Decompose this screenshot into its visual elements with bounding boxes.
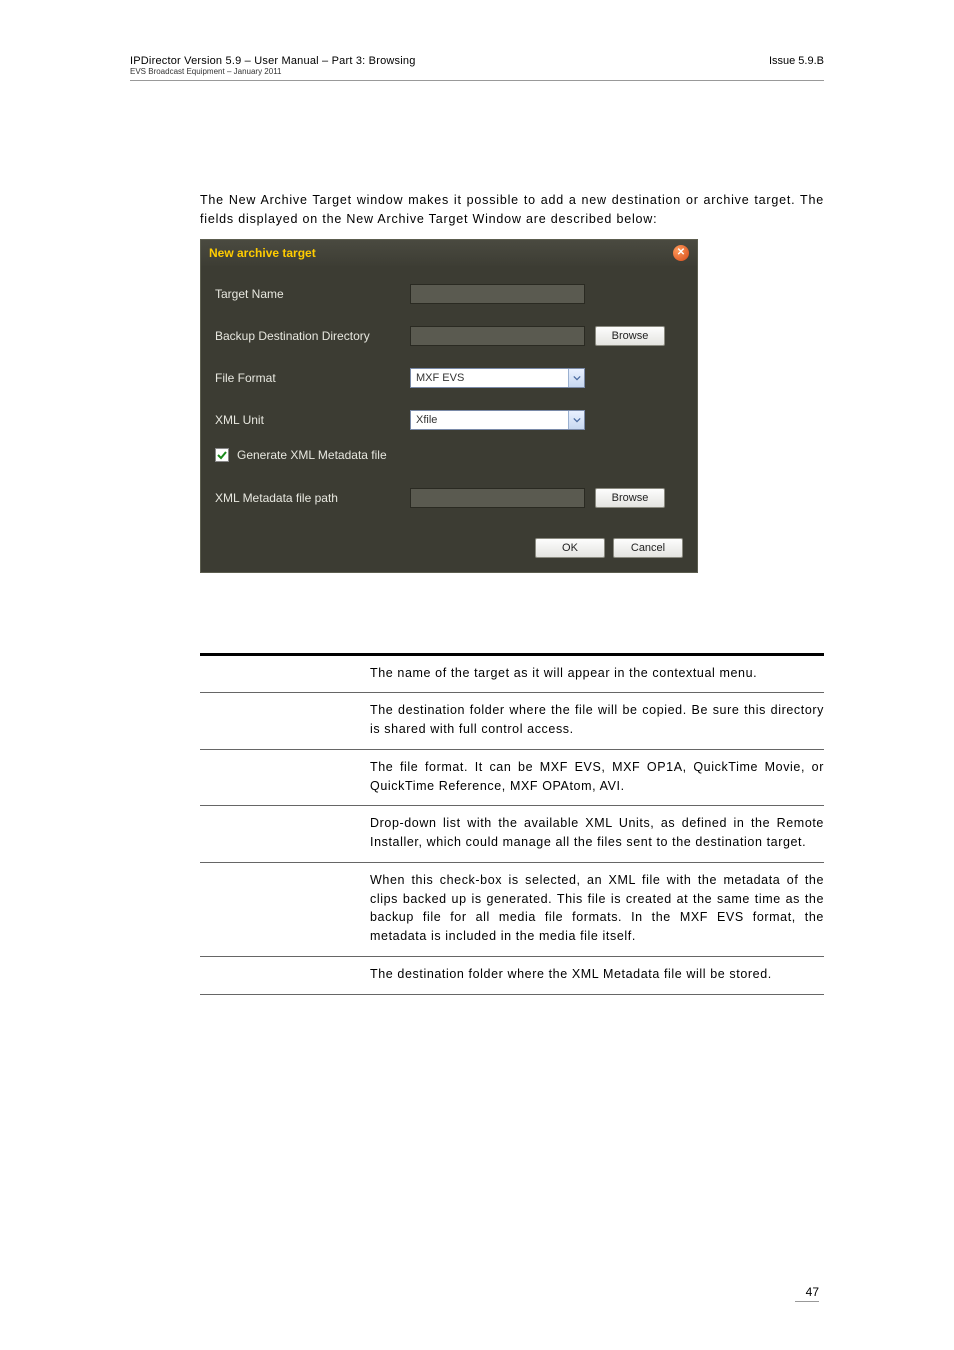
ok-button[interactable]: OK (535, 538, 605, 558)
header-issue: Issue 5.9.B (769, 55, 824, 67)
target-name-input[interactable] (410, 284, 585, 304)
chevron-down-icon (568, 369, 584, 387)
intro-paragraph: The New Archive Target window makes it p… (200, 191, 824, 229)
table-row: The name of the target as it will appear… (200, 656, 824, 694)
xml-path-input[interactable] (410, 488, 585, 508)
header-title: IPDirector Version 5.9 – User Manual – P… (130, 55, 416, 67)
header-subtitle: EVS Broadcast Equipment – January 2011 (130, 67, 416, 76)
dialog-titlebar: New archive target ✕ (201, 240, 697, 266)
table-row: When this check-box is selected, an XML … (200, 863, 824, 957)
generate-xml-checkbox[interactable] (215, 448, 229, 462)
browse-button[interactable]: Browse (595, 488, 665, 508)
description-table: The name of the target as it will appear… (200, 653, 824, 995)
generate-xml-label: Generate XML Metadata file (237, 448, 387, 462)
backup-dir-input[interactable] (410, 326, 585, 346)
close-icon[interactable]: ✕ (673, 245, 689, 261)
table-row: The file format. It can be MXF EVS, MXF … (200, 750, 824, 807)
page-header: IPDirector Version 5.9 – User Manual – P… (130, 55, 824, 81)
new-archive-target-dialog: New archive target ✕ Target Name Backup … (200, 239, 698, 573)
dialog-title-text: New archive target (209, 246, 316, 260)
table-row: The destination folder where the file wi… (200, 693, 824, 750)
table-row: Drop-down list with the available XML Un… (200, 806, 824, 863)
xml-path-label: XML Metadata file path (215, 491, 410, 505)
xml-unit-select[interactable]: Xfile (410, 410, 585, 430)
table-row: The destination folder where the XML Met… (200, 957, 824, 995)
browse-button[interactable]: Browse (595, 326, 665, 346)
file-format-label: File Format (215, 371, 410, 385)
target-name-label: Target Name (215, 287, 410, 301)
page-number: 47 (795, 1285, 819, 1302)
chevron-down-icon (568, 411, 584, 429)
backup-dir-label: Backup Destination Directory (215, 329, 410, 343)
xml-unit-label: XML Unit (215, 413, 410, 427)
file-format-select[interactable]: MXF EVS (410, 368, 585, 388)
cancel-button[interactable]: Cancel (613, 538, 683, 558)
xml-unit-value: Xfile (416, 414, 437, 426)
file-format-value: MXF EVS (416, 372, 464, 384)
